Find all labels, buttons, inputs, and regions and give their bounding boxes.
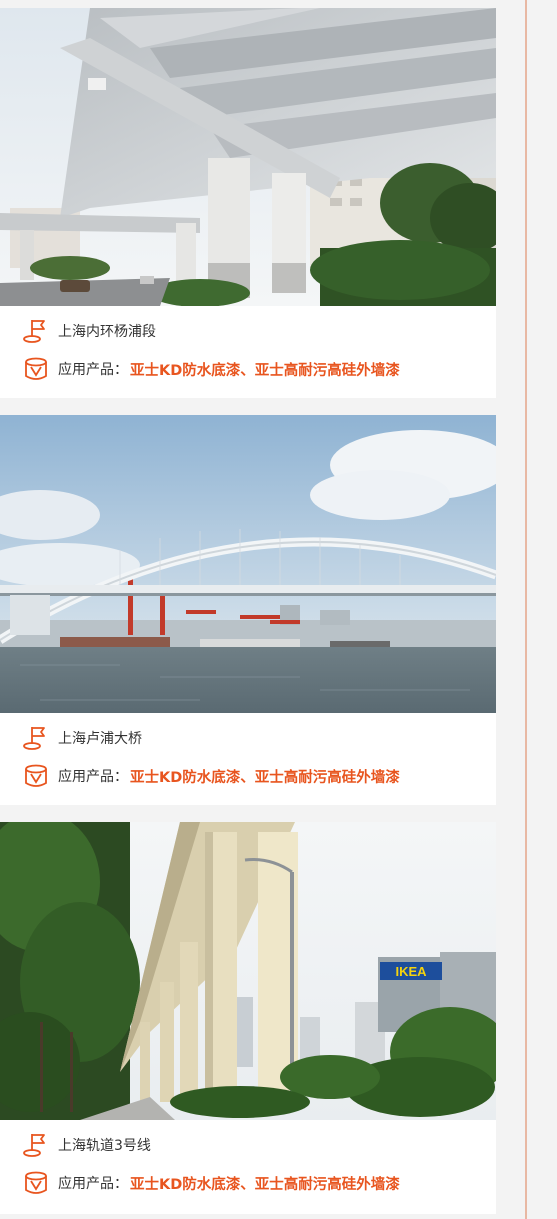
paint-can-icon bbox=[22, 1169, 50, 1197]
card-info-1: 上海内环杨浦段 应用产品： 亚士KD防水底漆、亚士高耐污高硅外墙漆 bbox=[0, 306, 496, 398]
card-info-3: 上海轨道3号线 应用产品： 亚士KD防水底漆、亚士高耐污高硅外墙漆 bbox=[0, 1120, 496, 1214]
product-label: 应用产品： bbox=[58, 769, 128, 785]
location-label: 上海轨道3号线 bbox=[58, 1138, 151, 1154]
lupu-bridge-photo bbox=[0, 415, 496, 713]
location-row: 上海内环杨浦段 bbox=[22, 316, 156, 346]
product-value: 亚士KD防水底漆、亚士高耐污高硅外墙漆 bbox=[130, 362, 400, 379]
product-row: 应用产品： 亚士KD防水底漆、亚士高耐污高硅外墙漆 bbox=[22, 354, 400, 384]
flag-pin-icon bbox=[22, 724, 50, 752]
paint-can-icon bbox=[22, 355, 50, 383]
right-divider-line bbox=[525, 0, 527, 1219]
location-label: 上海卢浦大桥 bbox=[58, 731, 142, 747]
location-row: 上海轨道3号线 bbox=[22, 1130, 151, 1160]
location-row: 上海卢浦大桥 bbox=[22, 723, 142, 753]
card-info-2: 上海卢浦大桥 应用产品： 亚士KD防水底漆、亚士高耐污高硅外墙漆 bbox=[0, 713, 496, 805]
product-label: 应用产品： bbox=[58, 362, 128, 378]
flag-pin-icon bbox=[22, 1131, 50, 1159]
paint-can-icon bbox=[22, 762, 50, 790]
project-card-3: IKEA 上海轨道3号线 应用产品： 亚士KD防水底漆、亚士高耐污高硅外墙漆 bbox=[0, 822, 496, 1214]
project-card-2: 上海卢浦大桥 应用产品： 亚士KD防水底漆、亚士高耐污高硅外墙漆 bbox=[0, 415, 496, 805]
product-value: 亚士KD防水底漆、亚士高耐污高硅外墙漆 bbox=[130, 1176, 400, 1193]
project-card-1: 上海内环杨浦段 应用产品： 亚士KD防水底漆、亚士高耐污高硅外墙漆 bbox=[0, 8, 496, 398]
product-row: 应用产品： 亚士KD防水底漆、亚士高耐污高硅外墙漆 bbox=[22, 1168, 400, 1198]
ikea-sign: IKEA bbox=[395, 964, 427, 979]
metro-line3-viaduct-photo: IKEA bbox=[0, 822, 496, 1120]
flag-pin-icon bbox=[22, 317, 50, 345]
location-label: 上海内环杨浦段 bbox=[58, 324, 156, 340]
overpass-underside-photo bbox=[0, 8, 496, 306]
product-label: 应用产品： bbox=[58, 1176, 128, 1192]
product-value: 亚士KD防水底漆、亚士高耐污高硅外墙漆 bbox=[130, 769, 400, 786]
page: 上海内环杨浦段 应用产品： 亚士KD防水底漆、亚士高耐污高硅外墙漆 上海卢浦大桥… bbox=[0, 0, 557, 1219]
product-row: 应用产品： 亚士KD防水底漆、亚士高耐污高硅外墙漆 bbox=[22, 761, 400, 791]
